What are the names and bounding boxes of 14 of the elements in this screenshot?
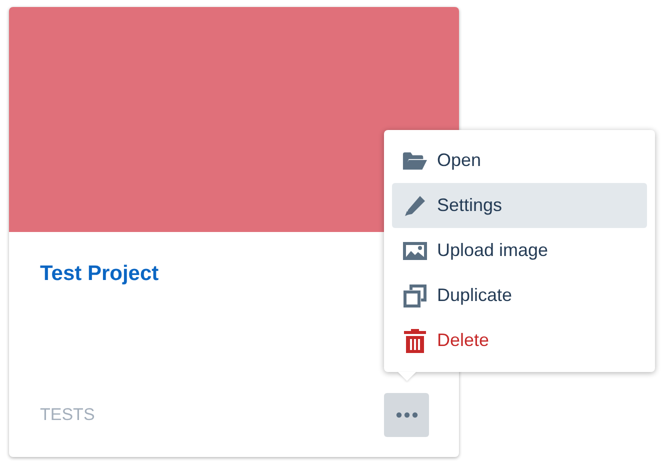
menu-item[interactable]: Upload image	[392, 228, 647, 273]
menu-item[interactable]: Delete	[392, 318, 647, 363]
folder-icon	[402, 150, 427, 170]
more-icon	[396, 412, 418, 418]
pencil-icon	[404, 194, 426, 216]
category-label: TESTS	[40, 405, 95, 425]
duplicate-icon	[402, 284, 426, 308]
menu-item[interactable]: Open	[392, 138, 647, 183]
menu-item[interactable]: Duplicate	[392, 273, 647, 318]
more-button[interactable]	[384, 393, 429, 437]
project-title[interactable]: Test Project	[40, 262, 159, 286]
trash-icon	[404, 328, 426, 352]
image-icon	[402, 240, 426, 260]
menu-item[interactable]: Settings	[392, 183, 647, 228]
